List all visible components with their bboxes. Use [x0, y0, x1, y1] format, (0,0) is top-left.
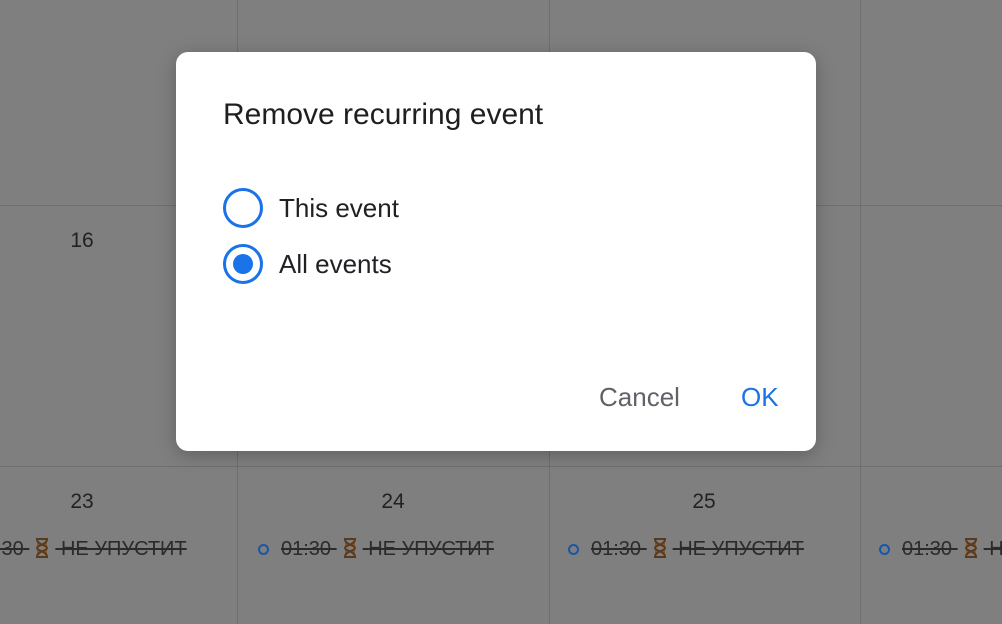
event-title: НЕ УПУСТИТ — [678, 538, 804, 560]
event-time: 01:30 — [591, 538, 642, 560]
calendar-event[interactable]: :30 НЕ УПУСТИТ — [0, 538, 187, 561]
event-time: 01:30 — [281, 538, 332, 560]
day-number: 25 — [692, 490, 716, 513]
grid-divider — [0, 466, 1002, 467]
event-dot-icon — [879, 544, 890, 555]
day-number: 23 — [70, 490, 94, 513]
hourglass-icon — [964, 538, 977, 558]
calendar-event[interactable]: 01:30 НЕ УПУСТИТ — [568, 538, 804, 561]
event-title: НЕ УПУСТИТ — [989, 538, 1002, 560]
option-all-events[interactable]: All events — [223, 244, 392, 284]
option-label: This event — [279, 192, 399, 223]
option-this-event[interactable]: This event — [223, 188, 399, 228]
event-title: НЕ УПУСТИТ — [368, 538, 494, 560]
event-cell: 01:30 НЕ УПУСТИТ — [238, 530, 549, 570]
calendar-event[interactable]: 01:30 НЕ УПУСТИТ — [879, 538, 1002, 561]
event-title: НЕ УПУСТИТ — [60, 538, 187, 560]
event-dot-icon — [258, 544, 269, 555]
event-time: 01:30 — [902, 538, 953, 560]
radio-this-event[interactable] — [223, 188, 263, 228]
ok-button[interactable]: OK — [741, 382, 779, 413]
remove-event-dialog: Remove recurring event This event All ev… — [176, 52, 816, 451]
option-label: All events — [279, 248, 392, 279]
day-number: 24 — [381, 490, 405, 513]
event-cell: 01:30 НЕ УПУСТИТ — [861, 530, 1002, 570]
hourglass-icon — [36, 538, 49, 558]
event-cell: :30 НЕ УПУСТИТ — [0, 530, 237, 570]
hourglass-icon — [343, 538, 356, 558]
cancel-button[interactable]: Cancel — [599, 382, 680, 413]
calendar-event[interactable]: 01:30 НЕ УПУСТИТ — [258, 538, 494, 561]
event-cell: 01:30 НЕ УПУСТИТ — [550, 530, 860, 570]
hourglass-icon — [653, 538, 666, 558]
dialog-title: Remove recurring event — [223, 98, 544, 131]
radio-all-events[interactable] — [223, 244, 263, 284]
event-time: :30 — [0, 538, 24, 560]
event-dot-icon — [568, 544, 579, 555]
day-number: 16 — [70, 229, 94, 252]
